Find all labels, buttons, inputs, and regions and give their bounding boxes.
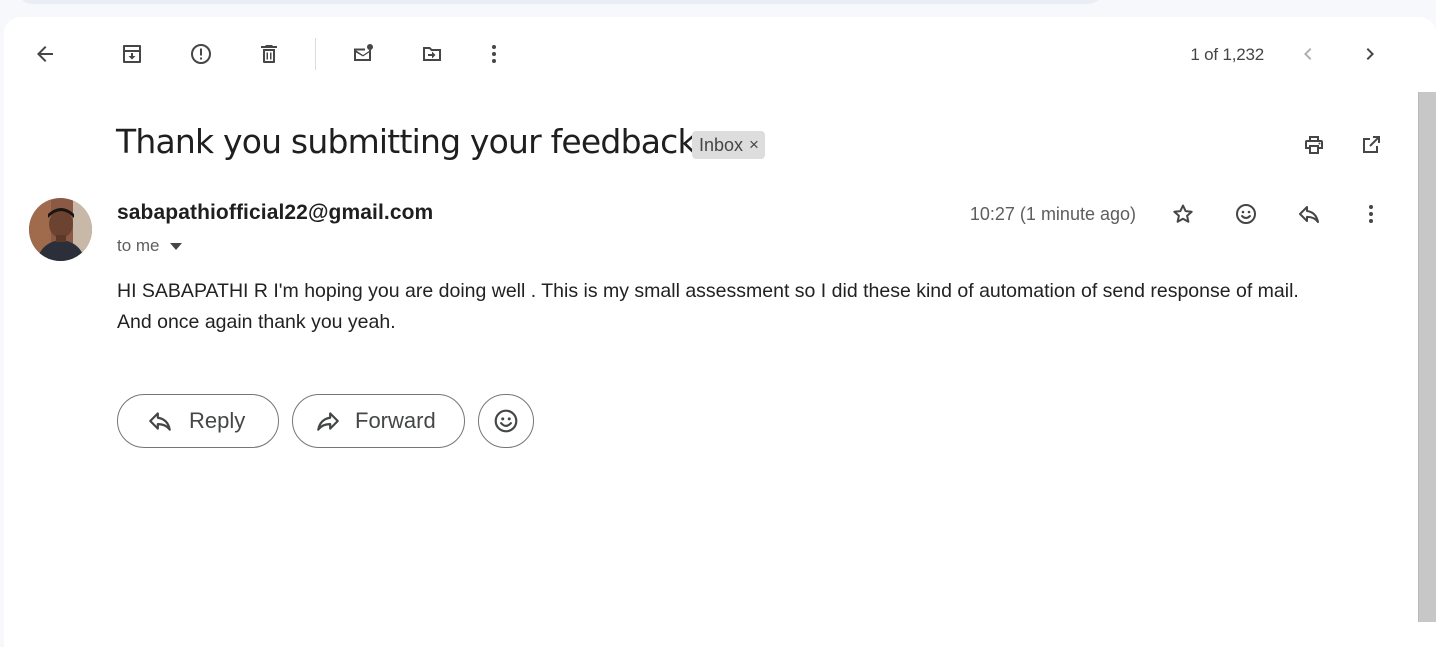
report-spam-icon	[191, 44, 211, 64]
label-text: Inbox	[699, 134, 744, 155]
body-line: And once again thank you yeah.	[117, 311, 396, 333]
chevron-right-icon	[1366, 48, 1374, 60]
chevron-left-icon	[1304, 48, 1312, 60]
open-new-window-button[interactable]	[1351, 125, 1391, 165]
newer-button[interactable]	[1288, 34, 1328, 74]
inbox-label-chip[interactable]: Inbox ×	[692, 131, 765, 159]
search-bar-edge	[18, 0, 1103, 4]
more-vert-icon	[1369, 205, 1373, 223]
back-button[interactable]	[25, 34, 65, 74]
sender-avatar[interactable]	[29, 198, 92, 261]
recipient-details[interactable]: to me	[117, 236, 182, 256]
body-line: HI SABAPATHI R I'm hoping you are doing …	[117, 280, 1299, 302]
older-button[interactable]	[1350, 34, 1390, 74]
forward-icon	[317, 412, 339, 431]
emoji-icon	[494, 409, 518, 433]
star-button[interactable]	[1163, 194, 1203, 234]
reply-label: Reply	[189, 408, 246, 433]
more-options-button[interactable]	[474, 34, 514, 74]
more-vert-icon	[492, 45, 496, 63]
reply-icon	[1299, 206, 1319, 223]
archive-icon	[123, 45, 141, 63]
email-timestamp: 10:27 (1 minute ago)	[969, 204, 1136, 224]
caret-down-icon	[169, 242, 182, 250]
emoji-icon	[1236, 204, 1256, 224]
open-in-new-icon	[1363, 136, 1380, 153]
move-to-icon	[423, 47, 441, 61]
move-to-button[interactable]	[412, 34, 452, 74]
star-icon	[1173, 204, 1193, 223]
reply-icon-button[interactable]	[1289, 194, 1329, 234]
remove-label-icon[interactable]: ×	[749, 135, 759, 155]
add-reaction-button[interactable]	[1226, 194, 1266, 234]
toolbar-divider	[315, 38, 316, 70]
email-body: HI SABAPATHI R I'm hoping you are doing …	[117, 276, 1397, 338]
reply-button[interactable]: Reply	[117, 394, 279, 448]
forward-button[interactable]: Forward	[292, 394, 465, 448]
print-all-button[interactable]	[1294, 125, 1334, 165]
delete-icon	[261, 45, 277, 63]
message-more-button[interactable]	[1351, 194, 1391, 234]
mark-unread-button[interactable]	[343, 34, 383, 74]
delete-button[interactable]	[249, 34, 289, 74]
reply-icon	[149, 412, 171, 431]
sender-email[interactable]: sabapathiofficial22@gmail.com	[117, 201, 433, 225]
pagination-count: 1 of 1,232	[1190, 45, 1264, 64]
recipient-text: to me	[117, 236, 160, 255]
report-spam-button[interactable]	[181, 34, 221, 74]
forward-label: Forward	[355, 408, 436, 433]
mark-unread-icon	[354, 44, 373, 61]
back-arrow-icon	[37, 46, 53, 62]
emoji-reaction-button[interactable]	[478, 394, 534, 448]
scrollbar-thumb[interactable]	[1418, 92, 1436, 622]
avatar-photo	[29, 198, 92, 261]
print-icon	[1305, 136, 1323, 154]
archive-button[interactable]	[112, 34, 152, 74]
email-subject: Thank you submitting your feedback	[116, 122, 697, 161]
